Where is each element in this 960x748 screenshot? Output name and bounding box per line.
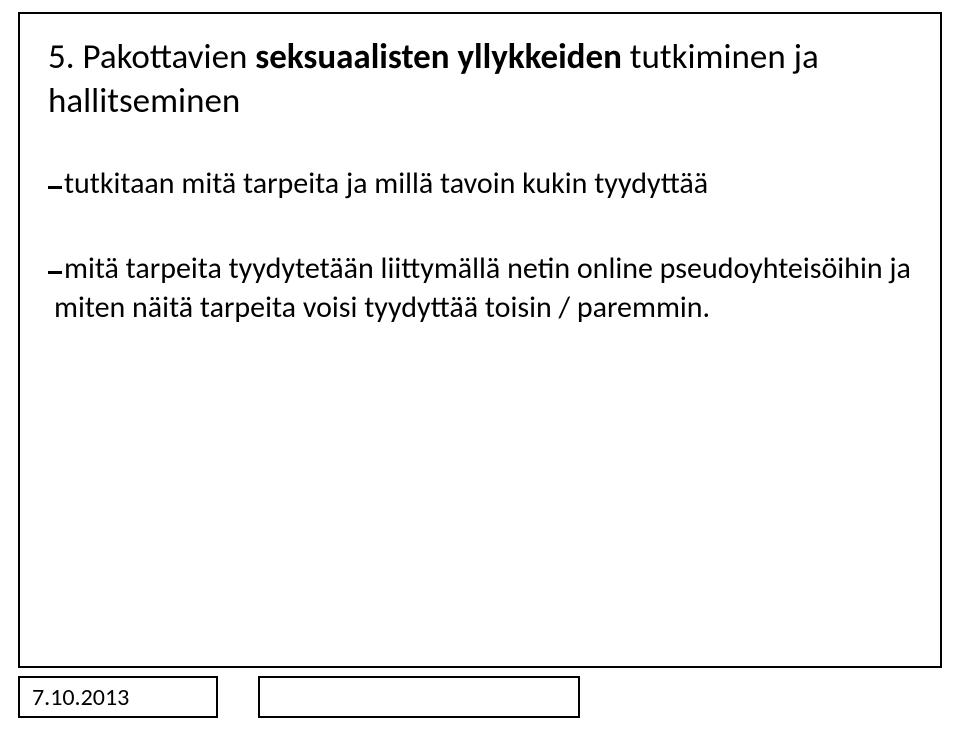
slide: 5. Pakottavien seksuaalisten yllykkeiden… <box>0 0 960 748</box>
content-box: 5. Pakottavien seksuaalisten yllykkeiden… <box>18 12 942 668</box>
footer-empty-box <box>258 676 580 718</box>
dash-icon <box>48 186 62 189</box>
date-text: 7.10.2013 <box>32 683 129 712</box>
bullet-2: mitä tarpeita tyydytetään liittymällä ne… <box>48 249 912 327</box>
slide-title: 5. Pakottavien seksuaalisten yllykkeiden… <box>48 36 912 124</box>
bullet-text: mitä tarpeita tyydytetään liittymällä ne… <box>54 250 911 326</box>
title-prefix: 5. Pakottavien <box>48 36 255 78</box>
dash-icon <box>48 271 62 274</box>
footer: 7.10.2013 <box>18 676 942 724</box>
date-box: 7.10.2013 <box>18 676 218 718</box>
bullet-1: tutkitaan mitä tarpeita ja millä tavoin … <box>48 164 912 203</box>
title-bold: seksuaalisten yllykkeiden <box>255 36 622 78</box>
bullet-text: tutkitaan mitä tarpeita ja millä tavoin … <box>64 165 708 202</box>
